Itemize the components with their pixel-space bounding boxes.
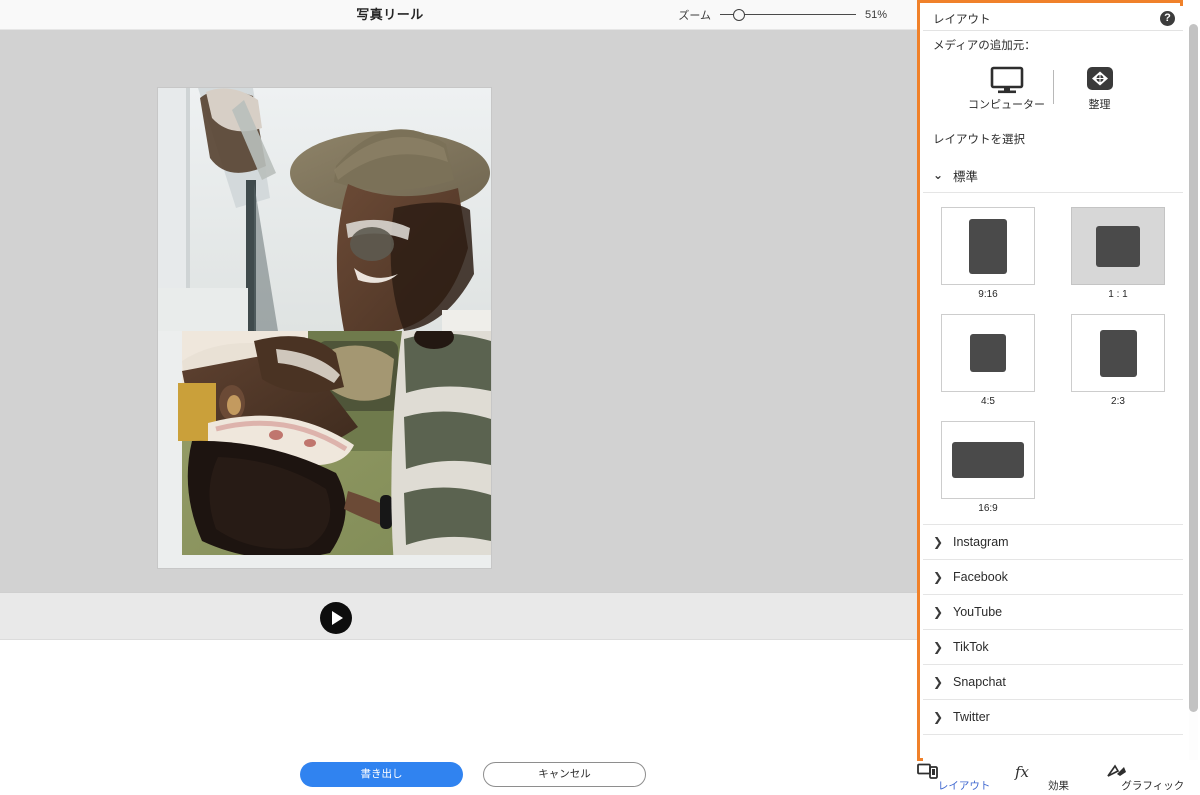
layout-thumb-2-3[interactable]: 2:3 bbox=[1053, 314, 1183, 407]
layout-thumb-16-9[interactable]: 16:9 bbox=[923, 421, 1053, 514]
layout-thumb-shape bbox=[1099, 329, 1137, 377]
export-button[interactable]: 書き出し bbox=[300, 762, 463, 787]
tab-layout[interactable]: レイアウト bbox=[917, 763, 1011, 793]
chevron-right-icon: ❯ bbox=[932, 675, 944, 689]
section-youtube[interactable]: ❯ YouTube bbox=[923, 595, 1183, 630]
tab-layout-label: レイアウト bbox=[937, 780, 991, 793]
organizer-icon bbox=[1086, 67, 1113, 90]
section-standard-label: 標準 bbox=[953, 169, 979, 184]
play-icon[interactable] bbox=[320, 602, 352, 634]
tab-effects[interactable]: fx 効果 bbox=[1011, 763, 1105, 793]
section-twitter-label: Twitter bbox=[953, 710, 990, 724]
play-triangle bbox=[332, 611, 343, 625]
choose-layout-label: レイアウトを選択 bbox=[933, 134, 1025, 146]
layout-thumb-box[interactable] bbox=[941, 314, 1035, 392]
layout-thumb-box[interactable] bbox=[941, 421, 1035, 499]
document-title: 写真リール bbox=[356, 7, 424, 22]
tab-graphics[interactable]: グラフィック bbox=[1106, 763, 1200, 793]
panel-content: レイアウト ? メディアの追加元： コンピューター 整理 レイアウトを選択 ⌄ … bbox=[923, 6, 1183, 761]
source-computer-label: コンピューター bbox=[968, 99, 1045, 111]
source-computer-button[interactable]: コンピューター bbox=[961, 66, 1053, 112]
zoom-label: ズーム bbox=[678, 9, 711, 22]
layout-thumb-1-1[interactable]: 1 : 1 bbox=[1053, 207, 1183, 300]
layout-thumb-caption: 9:16 bbox=[978, 289, 998, 300]
layout-thumb-shape bbox=[1096, 225, 1140, 267]
zoom-control[interactable]: ズーム 51% bbox=[678, 0, 895, 29]
panel-highlight-border: レイアウト ? メディアの追加元： コンピューター 整理 レイアウトを選択 ⌄ … bbox=[917, 0, 1183, 761]
section-twitter[interactable]: ❯ Twitter bbox=[923, 700, 1183, 735]
chevron-right-icon: ❯ bbox=[932, 640, 944, 654]
zoom-slider-thumb[interactable] bbox=[733, 8, 745, 21]
collage-photo-bottom[interactable] bbox=[158, 331, 491, 568]
photo-collage[interactable] bbox=[158, 88, 491, 568]
editor-toolbar: 写真リール ズーム 51% bbox=[0, 0, 917, 30]
section-tiktok[interactable]: ❯ TikTok bbox=[923, 630, 1183, 665]
section-snapchat-label: Snapchat bbox=[953, 675, 1006, 689]
section-youtube-label: YouTube bbox=[953, 605, 1003, 619]
section-instagram[interactable]: ❯ Instagram bbox=[923, 525, 1183, 560]
section-snapchat[interactable]: ❯ Snapchat bbox=[923, 665, 1183, 700]
layout-thumb-empty bbox=[1053, 421, 1183, 514]
media-source-label: メディアの追加元： bbox=[933, 40, 1036, 52]
photo-bottom-image bbox=[158, 331, 491, 568]
cancel-button[interactable]: キャンセル bbox=[483, 762, 646, 787]
tab-effects-label: 効果 bbox=[1047, 780, 1069, 793]
layout-thumb-shape bbox=[970, 334, 1006, 372]
layout-thumb-caption: 4:5 bbox=[981, 396, 995, 407]
zoom-value: 51% bbox=[865, 8, 888, 21]
layout-thumb-shape bbox=[969, 218, 1007, 274]
help-circle-icon[interactable]: ? bbox=[1160, 11, 1175, 26]
layout-thumb-caption: 1 : 1 bbox=[1108, 289, 1128, 300]
source-organizer-button[interactable]: 整理 bbox=[1054, 66, 1146, 112]
section-standard[interactable]: ⌄ 標準 bbox=[923, 158, 1183, 193]
section-tiktok-label: TikTok bbox=[953, 640, 989, 654]
layout-sections: ⌄ 標準 9:16 1: 1 4:5 2:3 16:9 ❯ Instagram… bbox=[923, 158, 1183, 735]
layout-thumb-caption: 2:3 bbox=[1111, 396, 1125, 407]
panel-header: レイアウト ? bbox=[923, 6, 1183, 31]
layout-thumb-9-16[interactable]: 9:16 bbox=[923, 207, 1053, 300]
layout-thumb-shape bbox=[952, 442, 1024, 478]
tab-graphics-label: グラフィック bbox=[1121, 780, 1185, 793]
section-facebook-label: Facebook bbox=[953, 570, 1008, 584]
chevron-right-icon: ❯ bbox=[932, 570, 944, 584]
panel-title: レイアウト bbox=[933, 14, 991, 26]
layout-thumb-box[interactable] bbox=[941, 207, 1035, 285]
fx-icon: fx bbox=[1014, 763, 1030, 780]
panel-tab-bar: レイアウト fx 効果 グラフィック bbox=[917, 761, 1200, 795]
section-instagram-label: Instagram bbox=[953, 535, 1009, 549]
graphics-icon bbox=[1106, 764, 1126, 777]
action-bar: 書き出し キャンセル bbox=[0, 640, 917, 795]
layout-panel: レイアウト ? メディアの追加元： コンピューター 整理 レイアウトを選択 ⌄ … bbox=[917, 0, 1200, 795]
svg-text:fx: fx bbox=[1014, 763, 1030, 780]
chevron-right-icon: ❯ bbox=[932, 710, 944, 724]
source-organizer-label: 整理 bbox=[1088, 99, 1111, 111]
canvas-area[interactable] bbox=[0, 30, 917, 592]
application-window: 写真リール ズーム 51% 書き出し キャンセル レイアウト ? メディアの追加… bbox=[0, 0, 1200, 795]
panel-scrollbar-thumb[interactable] bbox=[1189, 24, 1198, 712]
player-bar bbox=[0, 592, 917, 640]
photo-top-image bbox=[158, 88, 491, 331]
section-facebook[interactable]: ❯ Facebook bbox=[923, 560, 1183, 595]
media-source-buttons: コンピューター 整理 bbox=[923, 66, 1183, 112]
editor-area: 写真リール ズーム 51% 書き出し キャンセル bbox=[0, 0, 917, 795]
chevron-right-icon: ❯ bbox=[932, 535, 944, 549]
chevron-down-icon: ⌄ bbox=[932, 168, 944, 182]
layout-icon bbox=[917, 763, 938, 780]
panel-scrollbar[interactable] bbox=[1189, 20, 1198, 760]
layout-thumb-box[interactable] bbox=[1071, 314, 1165, 392]
chevron-right-icon: ❯ bbox=[932, 605, 944, 619]
zoom-slider[interactable] bbox=[720, 8, 856, 21]
layout-thumb-caption: 16:9 bbox=[978, 503, 998, 514]
layout-thumb-4-5[interactable]: 4:5 bbox=[923, 314, 1053, 407]
monitor-icon bbox=[990, 66, 1023, 94]
collage-photo-top[interactable] bbox=[158, 88, 491, 331]
layout-thumb-box-selected[interactable] bbox=[1071, 207, 1165, 285]
layout-thumbnail-grid: 9:16 1 : 1 4:5 2:3 16:9 bbox=[923, 193, 1183, 525]
